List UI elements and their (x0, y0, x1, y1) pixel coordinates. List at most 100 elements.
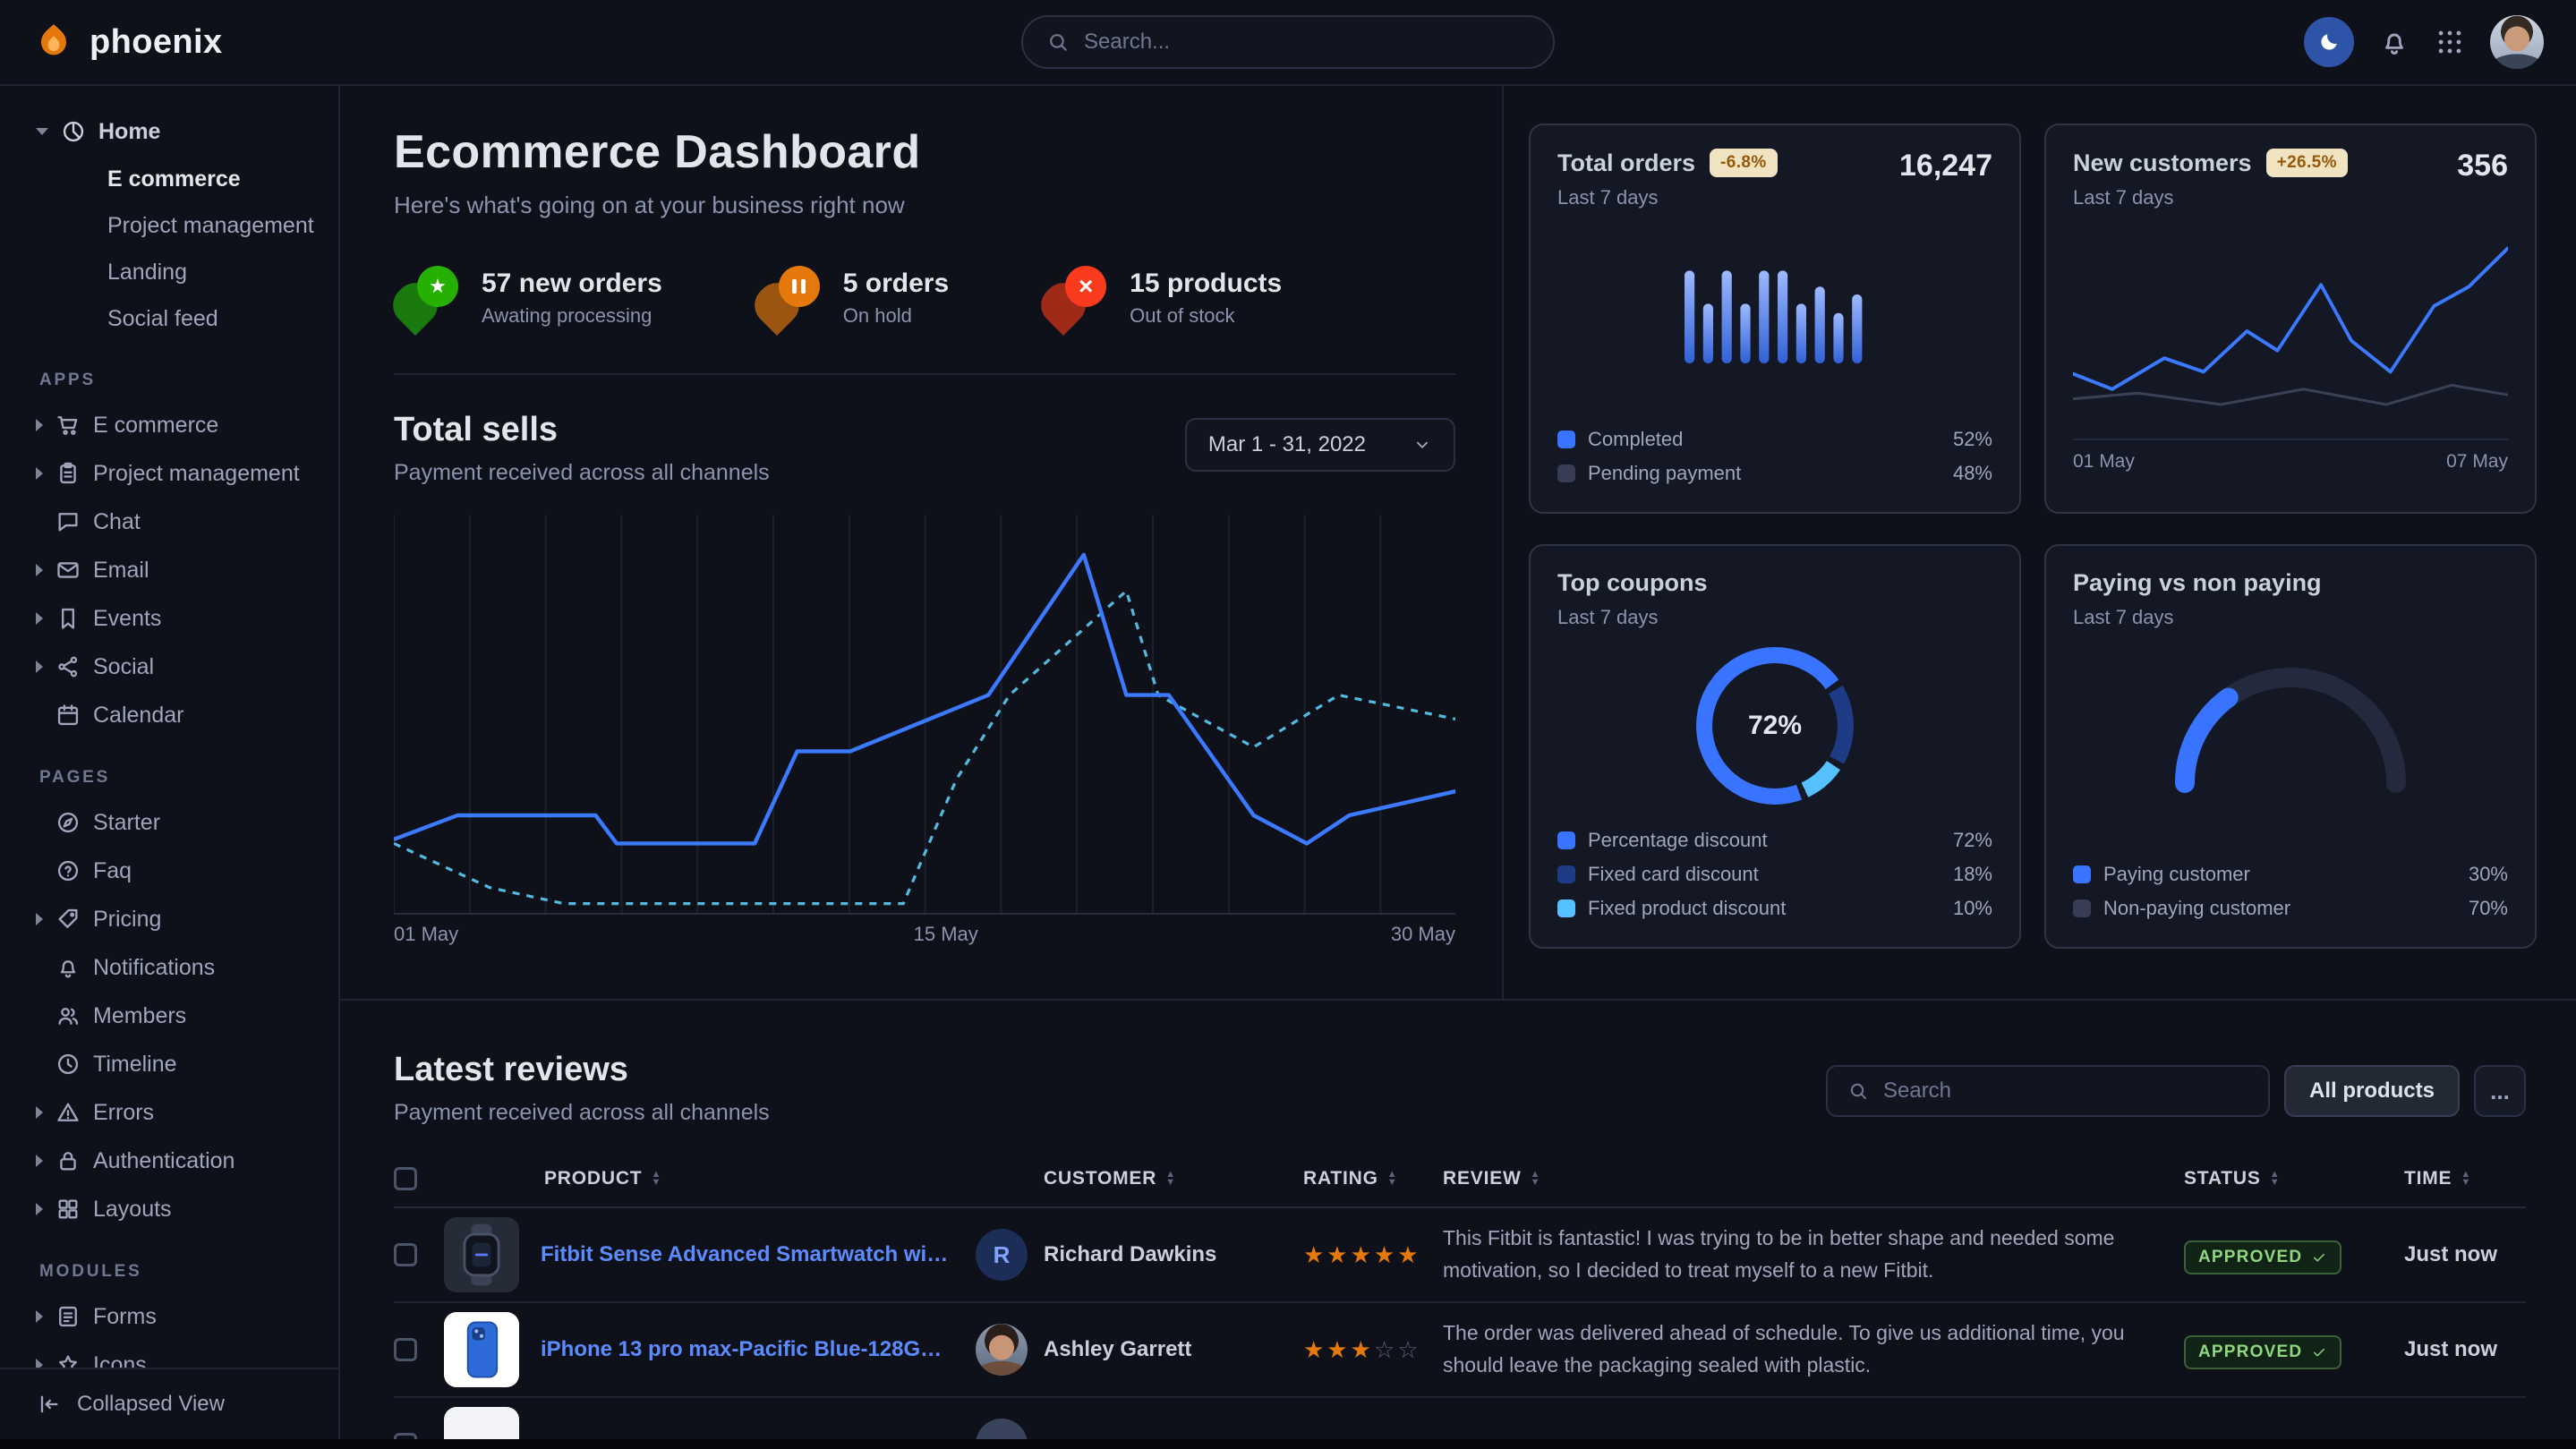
tag-icon (55, 907, 81, 932)
caret-right-icon (36, 1203, 43, 1215)
sidebar-item-layouts[interactable]: Layouts (25, 1185, 324, 1233)
caret-right-icon (36, 1310, 43, 1323)
theme-toggle-button[interactable] (2304, 17, 2354, 67)
search-icon (1847, 1080, 1869, 1102)
apps-grid-button[interactable] (2435, 27, 2465, 57)
stat-caption: On hold (843, 304, 949, 328)
sidebar-item-events[interactable]: Events (25, 594, 324, 643)
sidebar-item-email[interactable]: Email (25, 546, 324, 594)
navbar-search-input[interactable] (1084, 30, 1530, 55)
product-link[interactable]: iPhone 13 pro max-Pacific Blue-128GB sto… (541, 1337, 951, 1362)
product-link[interactable]: Fitbit Sense Advanced Smartwatch with To… (541, 1242, 951, 1267)
collapsed-view-toggle[interactable]: Collapsed View (0, 1368, 338, 1439)
sidebar-item-authentication[interactable]: Authentication (25, 1137, 324, 1185)
caret-right-icon (36, 661, 43, 673)
sort-icon: ▲▼ (2270, 1171, 2280, 1187)
sidebar-item-starter[interactable]: Starter (25, 798, 324, 847)
sidebar-section-label-modules: MODULES (39, 1262, 324, 1282)
sidebar-item-calendar[interactable]: Calendar (25, 691, 324, 739)
orders-bar (1852, 294, 1862, 363)
customer-name: Ashley Garrett (1044, 1337, 1191, 1362)
sidebar-item-faq[interactable]: Faq (25, 847, 324, 895)
sidebar-item-home[interactable]: Home (25, 107, 324, 156)
customer-name: Richard Dawkins (1044, 1242, 1216, 1267)
product-thumbnail-watch[interactable] (444, 1217, 519, 1292)
user-avatar[interactable] (2490, 15, 2544, 69)
sidebar-item-label: Forms (93, 1304, 157, 1330)
column-header-rating[interactable]: RATING▲▼ (1303, 1168, 1443, 1189)
sidebar-section-label-pages: PAGES (39, 768, 324, 788)
dashboard-left-column: Ecommerce Dashboard Here's what's going … (340, 86, 1502, 999)
status-cell: APPROVED (2184, 1236, 2404, 1274)
sidebar-subitem-project-management[interactable]: Project management (25, 202, 324, 249)
sidebar-item-label: Faq (93, 858, 132, 884)
column-header-status[interactable]: STATUS▲▼ (2184, 1168, 2404, 1189)
sidebar-item-label: Chat (93, 509, 141, 535)
avatar (976, 1324, 1028, 1376)
total-sells-chart-svg (394, 515, 1455, 916)
review-text: The order was delivered ahead of schedul… (1443, 1317, 2184, 1381)
page-title: Ecommerce Dashboard (394, 125, 1455, 179)
sidebar-item-label: Errors (93, 1100, 154, 1126)
legend-row: Non-paying customer 70% (2073, 897, 2508, 920)
new-customers-card: New customers +26.5% Last 7 days 356 01 … (2044, 124, 2537, 514)
row-checkbox[interactable] (394, 1433, 417, 1439)
change-badge: -6.8% (1710, 149, 1778, 177)
legend-label: Completed (1588, 428, 1683, 451)
status-badge: APPROVED (2184, 1240, 2341, 1274)
top-coupons-card: Top coupons Last 7 days 72% Percentage d… (1529, 544, 2021, 949)
legend-row: Completed 52% (1557, 428, 1992, 451)
sidebar-item-notifications[interactable]: Notifications (25, 943, 324, 992)
sidebar-subitem-e-commerce[interactable]: E commerce (25, 156, 324, 202)
orders-bar (1685, 270, 1694, 363)
sidebar-item-icons[interactable]: Icons (25, 1341, 324, 1368)
alert-triangle-icon (55, 1100, 81, 1125)
row-checkbox[interactable] (394, 1243, 417, 1266)
card-title: Paying vs non paying (2073, 569, 2322, 597)
date-range-select[interactable]: Mar 1 - 31, 2022 (1185, 418, 1455, 472)
table-row-1: Fitbit Sense Advanced Smartwatch with To… (394, 1208, 2526, 1303)
legend-label: Paying customer (2103, 863, 2250, 886)
select-all-checkbox[interactable] (394, 1167, 417, 1190)
sidebar-subitem-landing[interactable]: Landing (25, 249, 324, 295)
reviews-search-input[interactable] (1883, 1078, 2248, 1104)
all-products-button[interactable]: All products (2284, 1065, 2460, 1117)
check-icon (2311, 1249, 2327, 1266)
sidebar-item-errors[interactable]: Errors (25, 1088, 324, 1137)
reviews-search[interactable] (1826, 1065, 2270, 1117)
notifications-button[interactable] (2379, 27, 2410, 57)
product-thumbnail[interactable] (444, 1407, 519, 1439)
card-period: Last 7 days (1557, 606, 1707, 629)
column-header-product[interactable]: PRODUCT▲▼ (444, 1168, 976, 1189)
product-thumbnail-phone[interactable] (444, 1312, 519, 1387)
legend-value: 72% (1953, 829, 1992, 852)
sidebar-item-project-management[interactable]: Project management (25, 449, 324, 498)
caret-right-icon (36, 913, 43, 925)
more-options-button[interactable]: ... (2474, 1065, 2526, 1117)
brand[interactable]: phoenix (32, 21, 222, 64)
sidebar-item-chat[interactable]: Chat (25, 498, 324, 546)
column-header-review[interactable]: REVIEW▲▼ (1443, 1168, 2184, 1189)
donut-center-label: 72% (1696, 647, 1854, 805)
sidebar-item-timeline[interactable]: Timeline (25, 1040, 324, 1088)
sidebar-item-e-commerce[interactable]: E commerce (25, 401, 324, 449)
x-label: 15 May (914, 923, 978, 946)
column-header-time[interactable]: TIME▲▼ (2404, 1168, 2526, 1189)
row-checkbox[interactable] (394, 1338, 417, 1361)
sidebar-item-pricing[interactable]: Pricing (25, 895, 324, 943)
pie-chart-icon (61, 119, 86, 144)
sidebar-subitem-social-feed[interactable]: Social feed (25, 295, 324, 342)
customer-cell: Ashley Garrett (976, 1324, 1303, 1376)
caret-down-icon (36, 128, 48, 135)
total-sells-subtitle: Payment received across all channels (394, 460, 770, 486)
sidebar-item-social[interactable]: Social (25, 643, 324, 691)
total-orders-card: Total orders -6.8% Last 7 days 16,247 (1529, 124, 2021, 514)
navbar-search[interactable] (1021, 15, 1555, 69)
column-header-customer[interactable]: CUSTOMER▲▼ (976, 1168, 1303, 1189)
legend-swatch (2073, 899, 2091, 917)
sidebar-item-members[interactable]: Members (25, 992, 324, 1040)
stat-out-of-stock: ×15 productsOut of stock (1042, 266, 1282, 330)
caret-right-icon (36, 564, 43, 576)
total-sells-x-labels: 01 May 15 May 30 May (394, 923, 1455, 955)
sidebar-item-forms[interactable]: Forms (25, 1292, 324, 1341)
